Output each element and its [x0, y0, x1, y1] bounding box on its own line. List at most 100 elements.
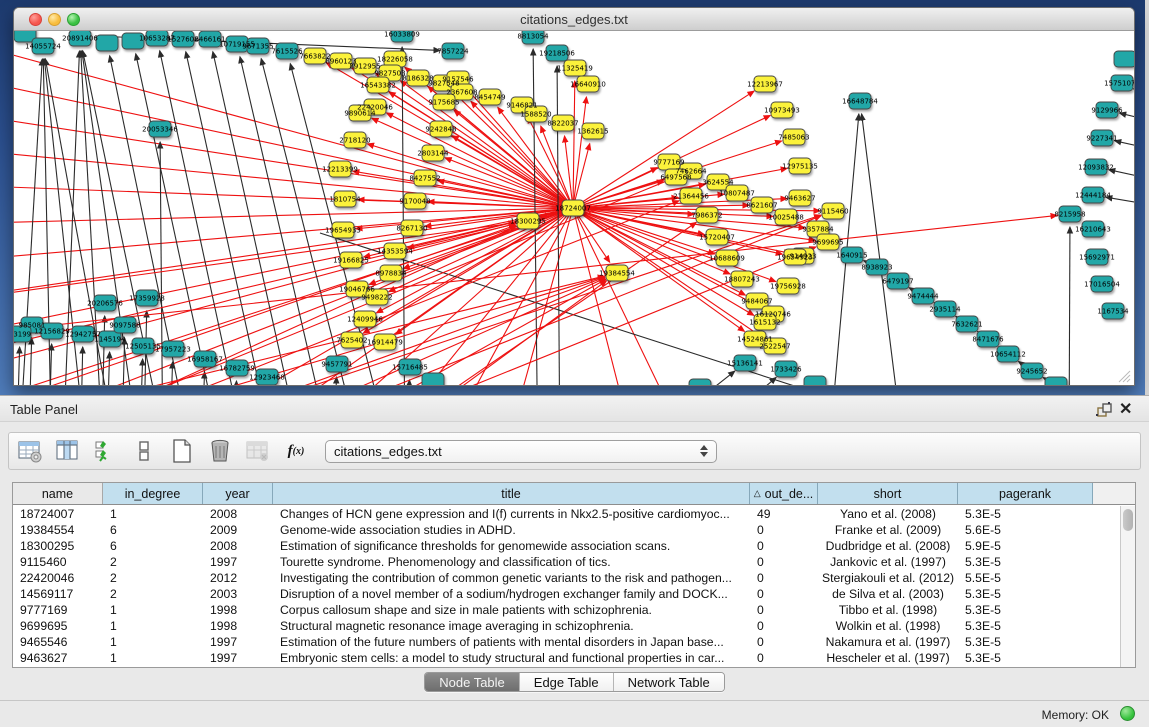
- tab-edge-table[interactable]: Edge Table: [520, 673, 614, 691]
- graph-node-label: 20206576: [87, 300, 123, 308]
- black-edge[interactable]: [213, 52, 306, 386]
- table-panel-titlebar: Table Panel ✕: [0, 396, 1149, 422]
- memory-ok-icon[interactable]: [1120, 706, 1135, 721]
- black-edge[interactable]: [16, 347, 20, 386]
- column-header-name[interactable]: name: [13, 483, 103, 504]
- table-row[interactable]: 911546021997Tourette syndrome. Phenomeno…: [13, 554, 1120, 570]
- graph-node-teal[interactable]: [804, 376, 826, 386]
- graph-node-teal[interactable]: [689, 379, 711, 386]
- graph-node-teal[interactable]: [1045, 377, 1067, 386]
- column-header-pagerank[interactable]: pagerank: [958, 483, 1093, 504]
- table-cell: 5.3E-5: [958, 651, 1093, 665]
- window-titlebar[interactable]: citations_edges.txt: [14, 8, 1134, 31]
- black-edge[interactable]: [640, 371, 735, 386]
- column-visibility-icon[interactable]: [55, 438, 81, 464]
- column-header-year[interactable]: year: [203, 483, 273, 504]
- table-scrollbar[interactable]: [1120, 506, 1135, 667]
- table-row[interactable]: 946554611997Estimation of the future num…: [13, 634, 1120, 650]
- table-cell: 1998: [203, 619, 273, 633]
- graph-node-label: 9827503: [374, 70, 405, 78]
- column-header-out_de[interactable]: △out_de...: [750, 483, 818, 504]
- column-header-title[interactable]: title: [273, 483, 750, 504]
- graph-node-label: 15136141: [727, 360, 763, 368]
- black-edge[interactable]: [186, 52, 278, 386]
- table-row[interactable]: 1938455462009Genome-wide association stu…: [13, 522, 1120, 538]
- graph-node-label: 9242848: [425, 126, 456, 134]
- select-columns-icon[interactable]: [93, 438, 119, 464]
- function-builder-icon[interactable]: f(x): [283, 438, 309, 464]
- window-resize-grip[interactable]: [1118, 370, 1131, 383]
- table-cell: Tibbo et al. (1998): [818, 603, 958, 617]
- table-row[interactable]: 969969511998Structural magnetic resonanc…: [13, 618, 1120, 634]
- graph-node-label: 17957223: [155, 346, 191, 354]
- black-edge[interactable]: [1069, 227, 1070, 386]
- table-cell: Embryonic stem cells: a model to study s…: [273, 651, 750, 665]
- new-column-icon[interactable]: [169, 438, 195, 464]
- table-cell: 14569117: [13, 587, 103, 601]
- table-cell: Tourette syndrome. Phenomenology and cla…: [273, 555, 750, 569]
- table-cell: 6: [103, 523, 203, 537]
- table-row[interactable]: 977716911998Corpus callosum shape and si…: [13, 602, 1120, 618]
- table-cell: Genome-wide association studies in ADHD.: [273, 523, 750, 537]
- table-settings-icon[interactable]: [17, 438, 43, 464]
- graph-node-teal[interactable]: [1114, 51, 1134, 67]
- graph-node-label: 1640915: [836, 252, 867, 260]
- graph-node-label: 7625402: [336, 337, 367, 345]
- table-cell: 1: [103, 619, 203, 633]
- table-cell: 0: [750, 539, 818, 553]
- graph-node-teal[interactable]: [96, 35, 118, 51]
- close-panel-icon[interactable]: ✕: [1119, 399, 1137, 417]
- red-edge[interactable]: [573, 208, 640, 386]
- red-edge[interactable]: [573, 81, 575, 208]
- column-header-in_degree[interactable]: in_degree: [103, 483, 203, 504]
- delete-table-disabled-icon[interactable]: [245, 438, 271, 464]
- black-edge[interactable]: [233, 381, 236, 386]
- graph-node-label: 8215958: [1054, 211, 1085, 219]
- table-selector-dropdown[interactable]: citations_edges.txt: [325, 440, 717, 463]
- black-edge[interactable]: [862, 114, 906, 386]
- black-edge[interactable]: [136, 54, 226, 386]
- red-edge[interactable]: [573, 97, 586, 208]
- table-cell: 2: [103, 587, 203, 601]
- table-cell: 5.5E-5: [958, 571, 1093, 585]
- table-row[interactable]: 2242004622012Investigating the contribut…: [13, 570, 1120, 586]
- table-cell: Yano et al. (2008): [818, 507, 958, 521]
- table-cell: 1: [103, 603, 203, 617]
- black-edge[interactable]: [139, 359, 143, 386]
- node-table: namein_degreeyeartitle△out_de...shortpag…: [12, 482, 1136, 668]
- table-cell: 18300295: [13, 539, 103, 553]
- column-header-short[interactable]: short: [818, 483, 958, 504]
- black-edge[interactable]: [80, 347, 83, 386]
- table-row[interactable]: 1456911722003Disruption of a novel membe…: [13, 586, 1120, 602]
- table-row[interactable]: 1830029562008Estimation of significance …: [13, 538, 1120, 554]
- network-canvas[interactable]: 8960123891295518226058982750316543382818…: [14, 31, 1134, 386]
- graph-node-label: 20891406: [62, 35, 98, 43]
- tab-node-table[interactable]: Node Table: [425, 673, 520, 691]
- table-row[interactable]: 1872400712008Changes of HCN gene express…: [13, 506, 1120, 522]
- table-cell: de Silva et al. (2003): [818, 587, 958, 601]
- graph-node-label: 9227341: [1086, 135, 1117, 143]
- graph-node-label: 16648784: [842, 98, 878, 106]
- graph-node-label: 10654112: [990, 351, 1026, 359]
- table-cell: 5.3E-5: [958, 507, 1093, 521]
- table-cell: 5.3E-5: [958, 619, 1093, 633]
- red-edge[interactable]: [14, 208, 573, 295]
- graph-node-label: 1733426: [770, 366, 802, 374]
- black-edge[interactable]: [28, 338, 32, 386]
- graph-node-label: 9157546: [442, 76, 474, 84]
- graph-node-teal[interactable]: [422, 373, 444, 386]
- table-mode-icon[interactable]: [131, 438, 157, 464]
- tab-network-table[interactable]: Network Table: [614, 673, 724, 691]
- float-panel-icon[interactable]: [1095, 401, 1113, 419]
- black-edge[interactable]: [106, 352, 110, 386]
- table-cell: Investigating the contribution of common…: [273, 571, 750, 585]
- table-row[interactable]: 946362711997Embryonic stem cells: a mode…: [13, 650, 1120, 666]
- delete-column-icon[interactable]: [207, 438, 233, 464]
- graph-node-label: 19384554: [599, 270, 635, 278]
- table-cell: Estimation of significance thresholds fo…: [273, 539, 750, 553]
- graph-node-label: 12409946: [347, 316, 383, 324]
- table-cell: 9465546: [13, 635, 103, 649]
- table-scrollbar-thumb[interactable]: [1123, 509, 1133, 531]
- table-panel: Table Panel ✕: [0, 395, 1149, 700]
- black-edge[interactable]: [101, 316, 105, 386]
